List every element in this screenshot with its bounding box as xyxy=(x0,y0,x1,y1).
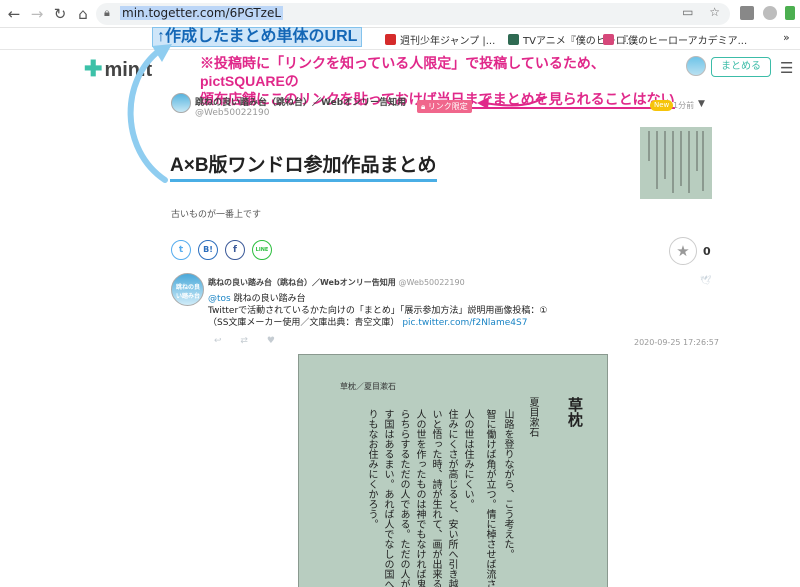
author-handle: @Web50022190 xyxy=(195,108,270,118)
page-title: A×B版ワンドロ参加作品まとめ xyxy=(170,150,437,182)
book-text-line: 山路を登りながら、こう考えた。 xyxy=(502,409,513,559)
favorite-count: 0 xyxy=(703,245,711,258)
url-text[interactable]: min.togetter.com/6PGTzeL xyxy=(120,6,284,20)
lock-icon: 🔒︎ xyxy=(421,102,426,111)
link-only-badge: 🔒︎ リンク限定 xyxy=(417,100,472,113)
chevron-down-icon[interactable]: ▼ xyxy=(698,99,705,109)
facebook-share-button[interactable]: f xyxy=(225,240,245,260)
user-avatar[interactable] xyxy=(686,56,706,76)
twitter-bird-icon[interactable]: 🕊︎ xyxy=(700,276,711,286)
book-label: 草枕／夏目漱石 xyxy=(340,382,396,391)
book-text-line: らちらするただの人である。ただの人が作 xyxy=(398,409,409,587)
author-name[interactable]: 跳ねの良い踏み台（跳ね台）／Webオンリー告知用 xyxy=(195,95,406,108)
reply-icon[interactable]: ↩ xyxy=(214,336,222,346)
like-icon[interactable]: ♥ xyxy=(267,336,275,346)
cast-icon[interactable]: ▭ xyxy=(682,5,693,19)
book-title: 草枕 xyxy=(566,397,584,427)
home-icon[interactable]: ⌂ xyxy=(73,4,93,24)
hatena-share-button[interactable]: B! xyxy=(198,240,218,260)
favorite-star-icon[interactable]: ★ xyxy=(669,237,697,265)
tweet-actions: ↩ ⇄ ♥ xyxy=(214,336,291,346)
new-badge: New xyxy=(650,100,674,111)
book-text-line: 住みにくさが高じると、安い所へ引き越 xyxy=(446,409,457,587)
book-text-line: いと悟った時、詩が生れて、画が出来る。 xyxy=(430,409,441,587)
address-bar[interactable]: 🔒︎ min.togetter.com/6PGTzeL ▭ ☆ xyxy=(96,3,730,25)
book-text-line: 智に働けば角が立つ。情に棹させば流さ xyxy=(484,409,495,587)
more-bookmarks-icon[interactable]: » xyxy=(783,31,790,44)
tweet-image-link[interactable]: pic.twitter.com/f2Nlame4S7 xyxy=(402,318,527,328)
extension-icon[interactable] xyxy=(740,6,754,20)
profile-icon[interactable] xyxy=(763,6,777,20)
book-text-line: 人の世を作ったものは神でもなければ鬼 xyxy=(414,409,425,587)
forward-icon[interactable]: → xyxy=(27,4,47,24)
shield-extension-icon[interactable] xyxy=(785,6,795,20)
tweet-author[interactable]: 跳ねの良い踏み台（跳ね台）／Webオンリー告知用 @Web50022190 xyxy=(208,277,465,288)
bookmark-favicon-icon xyxy=(385,34,396,45)
bookmark-item[interactable]: 『僕のヒーローアカデミア... xyxy=(603,32,747,47)
book-text-line: りもなお住みにくかろう。 xyxy=(366,409,377,529)
bookmark-item[interactable]: 週刊少年ジャンプ |... xyxy=(385,32,495,47)
post-time: 1分前 xyxy=(673,101,695,110)
menu-icon[interactable]: ☰ xyxy=(780,59,793,77)
url-annotation: ↑作成したまとめ単体のURL xyxy=(152,27,363,47)
tweet-mention-link[interactable]: @tos xyxy=(208,294,231,304)
plus-logo-icon: ✚ xyxy=(84,56,103,81)
reload-icon[interactable]: ↻ xyxy=(50,4,70,24)
bookmark-favicon-icon xyxy=(603,34,614,45)
back-icon[interactable]: ← xyxy=(4,4,24,24)
tweet-image[interactable]: 草枕／夏目漱石 草枕 夏目漱石 山路を登りながら、こう考えた。 智に働けば角が立… xyxy=(298,354,608,587)
bookmark-star-icon[interactable]: ☆ xyxy=(709,5,720,19)
site-logo[interactable]: ✚ min.t xyxy=(84,56,152,82)
twitter-share-button[interactable]: t xyxy=(171,240,191,260)
create-matome-button[interactable]: まとめる xyxy=(711,57,771,77)
tweet-timestamp[interactable]: 2020-09-25 17:26:57 xyxy=(634,338,719,347)
bookmark-favicon-icon xyxy=(508,34,519,45)
browser-toolbar: ← → ↻ ⌂ 🔒︎ min.togetter.com/6PGTzeL ▭ ☆ xyxy=(0,0,800,28)
tweet-avatar[interactable]: 跳ねの良い踏み台 xyxy=(171,273,204,306)
book-author: 夏目漱石 xyxy=(527,397,538,437)
line-share-button[interactable]: LINE xyxy=(252,240,272,260)
tweet-text: @tos 跳ねの良い踏み台 Twitterで活動されているかた向けの「まとめ」「… xyxy=(208,294,548,328)
bookmarks-bar: 週刊少年ジャンプ |... TVアニメ『僕のヒーロ... 『僕のヒーローアカデミ… xyxy=(0,28,800,50)
article-description: 古いものが一番上です xyxy=(171,210,262,220)
author-avatar[interactable] xyxy=(171,93,191,113)
book-text-line: す国はあるまい。あれば人でなしの国へ行 xyxy=(382,409,393,587)
retweet-icon[interactable]: ⇄ xyxy=(240,336,248,346)
lock-icon: 🔒︎ xyxy=(104,6,110,19)
article-thumbnail[interactable] xyxy=(640,127,712,199)
book-text-line: 人の世は住みにくい。 xyxy=(462,409,473,509)
